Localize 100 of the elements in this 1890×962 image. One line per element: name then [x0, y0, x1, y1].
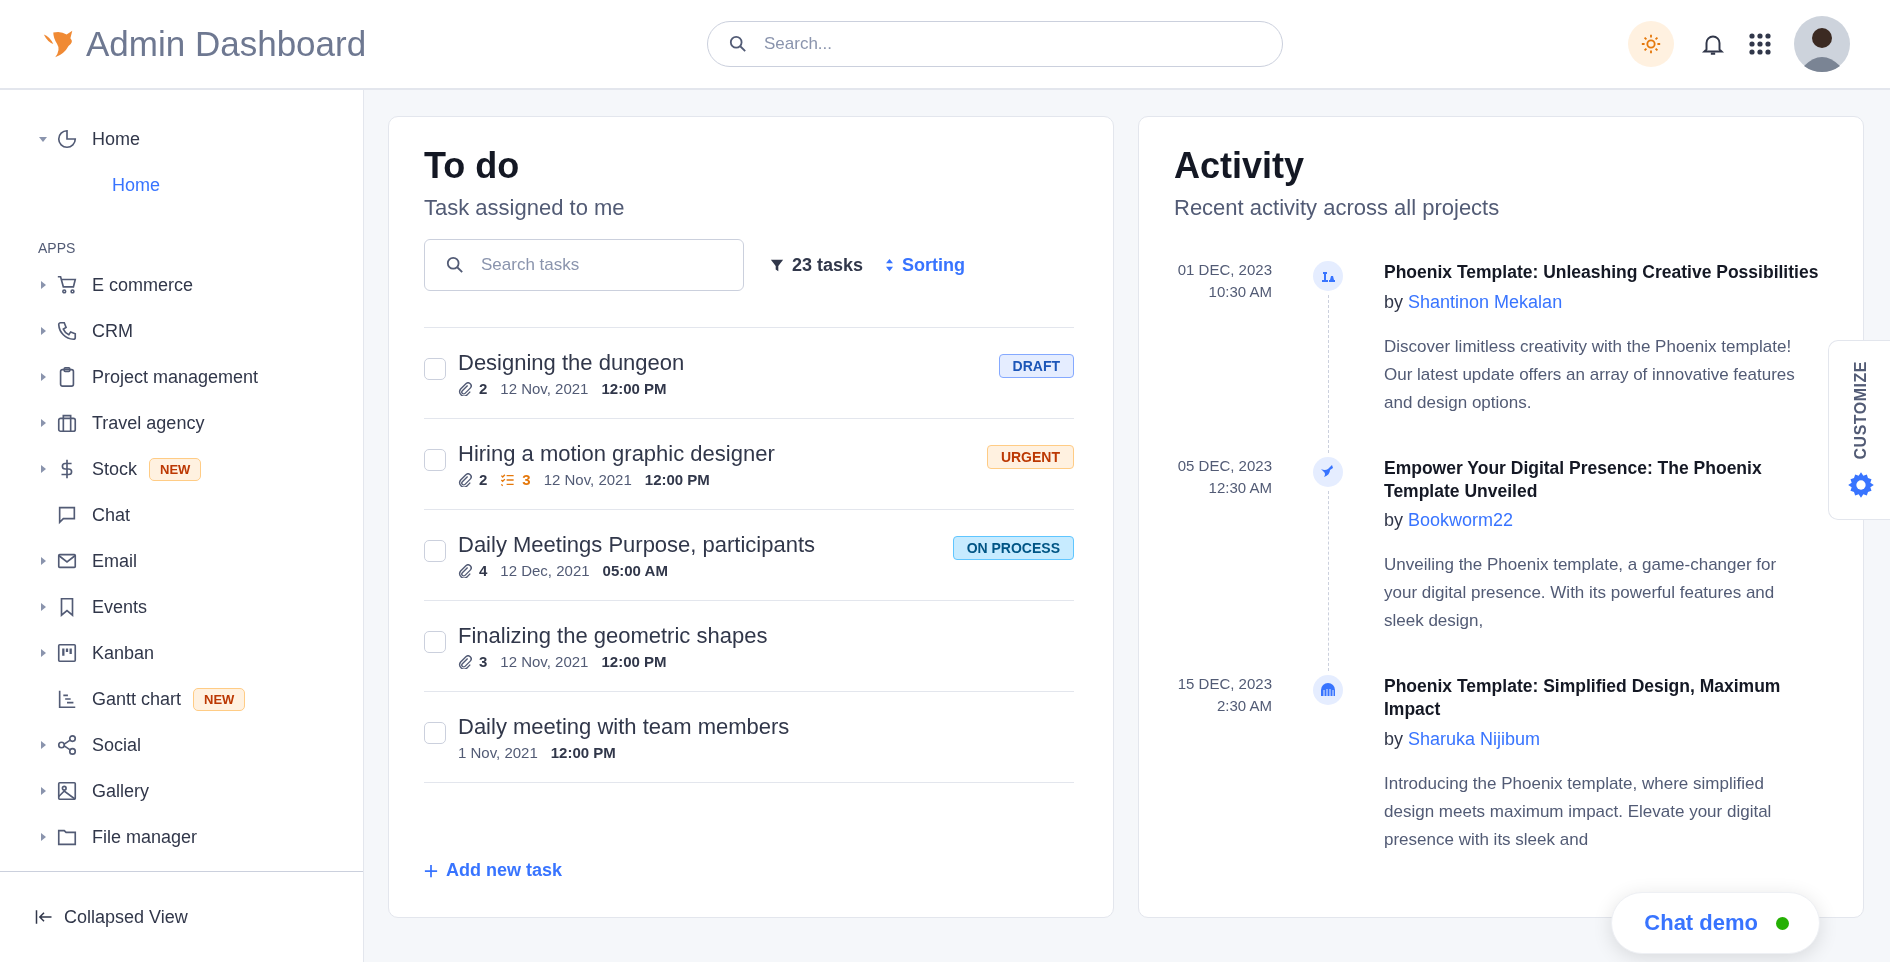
nav-label: Travel agency: [92, 412, 205, 434]
activity-title[interactable]: Phoenix Template: Simplified Design, Maximum Impact: [1384, 675, 1828, 721]
task-time: 12:00 PM: [601, 380, 667, 397]
activity-text: Unveiling the Phoenix template, a game-changer for your digital presence. With its powerful features and sleek design,: [1384, 554, 1778, 633]
activity-text: Discover limitless creativity with the Phoenix template! Our latest update offers an array of innovative features and design options.: [1384, 335, 1796, 414]
nav-subitem[interactable]: Home: [38, 162, 160, 208]
card-title: Activity: [1174, 145, 1306, 187]
nav-item[interactable]: E commerce: [38, 262, 363, 308]
theme-toggle-button[interactable]: [1628, 21, 1674, 67]
paperclip-icon: [458, 472, 472, 487]
task-title[interactable]: Hiring a motion graphic designer: [458, 441, 775, 467]
nav-label: E commerce: [92, 274, 194, 296]
nav-item[interactable]: Home: [38, 116, 363, 162]
nav-label: CRM: [92, 320, 133, 342]
paperclip-icon: [458, 654, 472, 669]
activity-date: 15 DEC, 2023: [1177, 675, 1272, 693]
status-badge: ON PROCESS: [952, 536, 1074, 560]
avatar[interactable]: [1794, 16, 1850, 72]
task-time: 12:00 PM: [601, 653, 667, 670]
attachment-count: 2: [479, 471, 488, 488]
activity-title[interactable]: Phoenix Template: Unleashing Creative Possibilities: [1384, 261, 1819, 284]
nav-item[interactable]: Travel agency: [38, 400, 363, 446]
apps-grid-icon[interactable]: [1748, 32, 1772, 56]
sort-button[interactable]: Sorting: [885, 254, 966, 276]
activity-time: 10:30 AM: [1208, 283, 1272, 300]
gear-icon: [1846, 471, 1875, 500]
nav-item[interactable]: Gallery: [38, 768, 363, 814]
author-link[interactable]: by Shantinon Mekalan: [1384, 291, 1563, 312]
author-link[interactable]: by Sharuka Nijibum: [1384, 728, 1541, 749]
attachment-count: 4: [479, 562, 488, 579]
task-title[interactable]: Daily Meetings Purpose, participants: [458, 532, 816, 558]
filter-icon: [770, 258, 784, 272]
checkbox[interactable]: [424, 449, 446, 471]
section-label: APPS: [38, 240, 76, 256]
task-title[interactable]: Daily meeting with team members: [458, 714, 790, 740]
new-badge: NEW: [149, 457, 202, 481]
sun-icon: [1640, 33, 1662, 55]
task-title[interactable]: Designing the dungeon: [458, 350, 685, 376]
nav-item[interactable]: Kanban: [38, 630, 363, 676]
nav-label: Stock: [92, 458, 138, 480]
nav-item[interactable]: Stock NEW: [38, 446, 363, 492]
checkbox[interactable]: [424, 358, 446, 380]
checkbox[interactable]: [424, 631, 446, 653]
attachment-count: 3: [479, 653, 488, 670]
card-subtitle: Task assigned to me: [424, 195, 626, 221]
activity-date: 01 DEC, 2023: [1177, 261, 1272, 278]
plus-icon: [424, 863, 438, 878]
status-badge: URGENT: [986, 445, 1074, 469]
phone-icon: [56, 320, 78, 342]
nav-label: Project management: [92, 366, 259, 388]
share-icon: [56, 734, 78, 756]
cart-icon: [56, 274, 78, 296]
nav-label: Events: [92, 596, 148, 618]
nav-label: Gantt chart: [92, 688, 182, 710]
card-subtitle: Recent activity across all projects: [1174, 195, 1501, 221]
nav-item[interactable]: Email: [38, 538, 363, 584]
filter-button[interactable]: 23 tasks: [770, 254, 864, 276]
checkbox[interactable]: [424, 540, 446, 562]
nav-label: Social: [92, 734, 142, 756]
nav-item[interactable]: Chat: [38, 492, 363, 538]
nav-label: Chat: [92, 504, 131, 526]
nav-item[interactable]: Events: [38, 584, 363, 630]
nav-item[interactable]: Gantt chart NEW: [38, 676, 363, 722]
search-field[interactable]: Search tasks: [424, 239, 744, 291]
nav-item[interactable]: Social: [38, 722, 363, 768]
collapse-icon: [34, 907, 54, 927]
activity-date: 05 DEC, 2023: [1177, 456, 1272, 474]
task-time: 12:00 PM: [550, 744, 616, 761]
checkbox[interactable]: [424, 722, 446, 744]
nav-item[interactable]: File manager: [38, 814, 363, 860]
subtask-count: 3: [522, 471, 531, 488]
add-task-link[interactable]: Add new task: [424, 860, 563, 881]
activity-time: 12:30 AM: [1208, 478, 1272, 496]
task-time: 12:00 PM: [644, 471, 710, 488]
task-time: 05:00 AM: [602, 562, 668, 579]
search-icon: [729, 35, 747, 53]
search-field[interactable]: Search...: [707, 21, 1283, 67]
author-link[interactable]: by Bookworm22: [1384, 510, 1514, 531]
chat-demo-button[interactable]: Chat demo: [1611, 892, 1820, 954]
collapse-button[interactable]: Collapsed View: [0, 872, 188, 962]
activity-title[interactable]: Empower Your Digital Presence: The Phoenix Template Unveiled: [1384, 456, 1828, 503]
pie-chart-icon: [56, 128, 78, 150]
paperclip-icon: [458, 381, 472, 396]
paperclip-icon: [458, 563, 472, 578]
nav-item[interactable]: Project management: [38, 354, 363, 400]
task-date: 1 Nov, 2021: [458, 744, 538, 761]
kanban-icon: [56, 642, 78, 664]
activity-time: 2:30 AM: [1216, 697, 1272, 715]
task-date: 12 Nov, 2021: [543, 471, 632, 488]
activity-text: Introducing the Phoenix template, where simplified design meets maximum impact. Elevate your digital presence with its sleek and: [1384, 772, 1773, 851]
nav-label: Gallery: [92, 780, 149, 802]
status-badge: DRAFT: [998, 354, 1074, 378]
gantt-icon: [56, 688, 78, 710]
customize-tab[interactable]: CUSTOMIZE: [1828, 340, 1890, 520]
search-icon: [446, 256, 464, 274]
nav-item[interactable]: CRM: [38, 308, 363, 354]
task-title[interactable]: Finalizing the geometric shapes: [458, 623, 768, 649]
chat-icon: [56, 504, 78, 526]
nav-label: Email: [92, 550, 137, 572]
task-date: 12 Dec, 2021: [500, 562, 590, 579]
